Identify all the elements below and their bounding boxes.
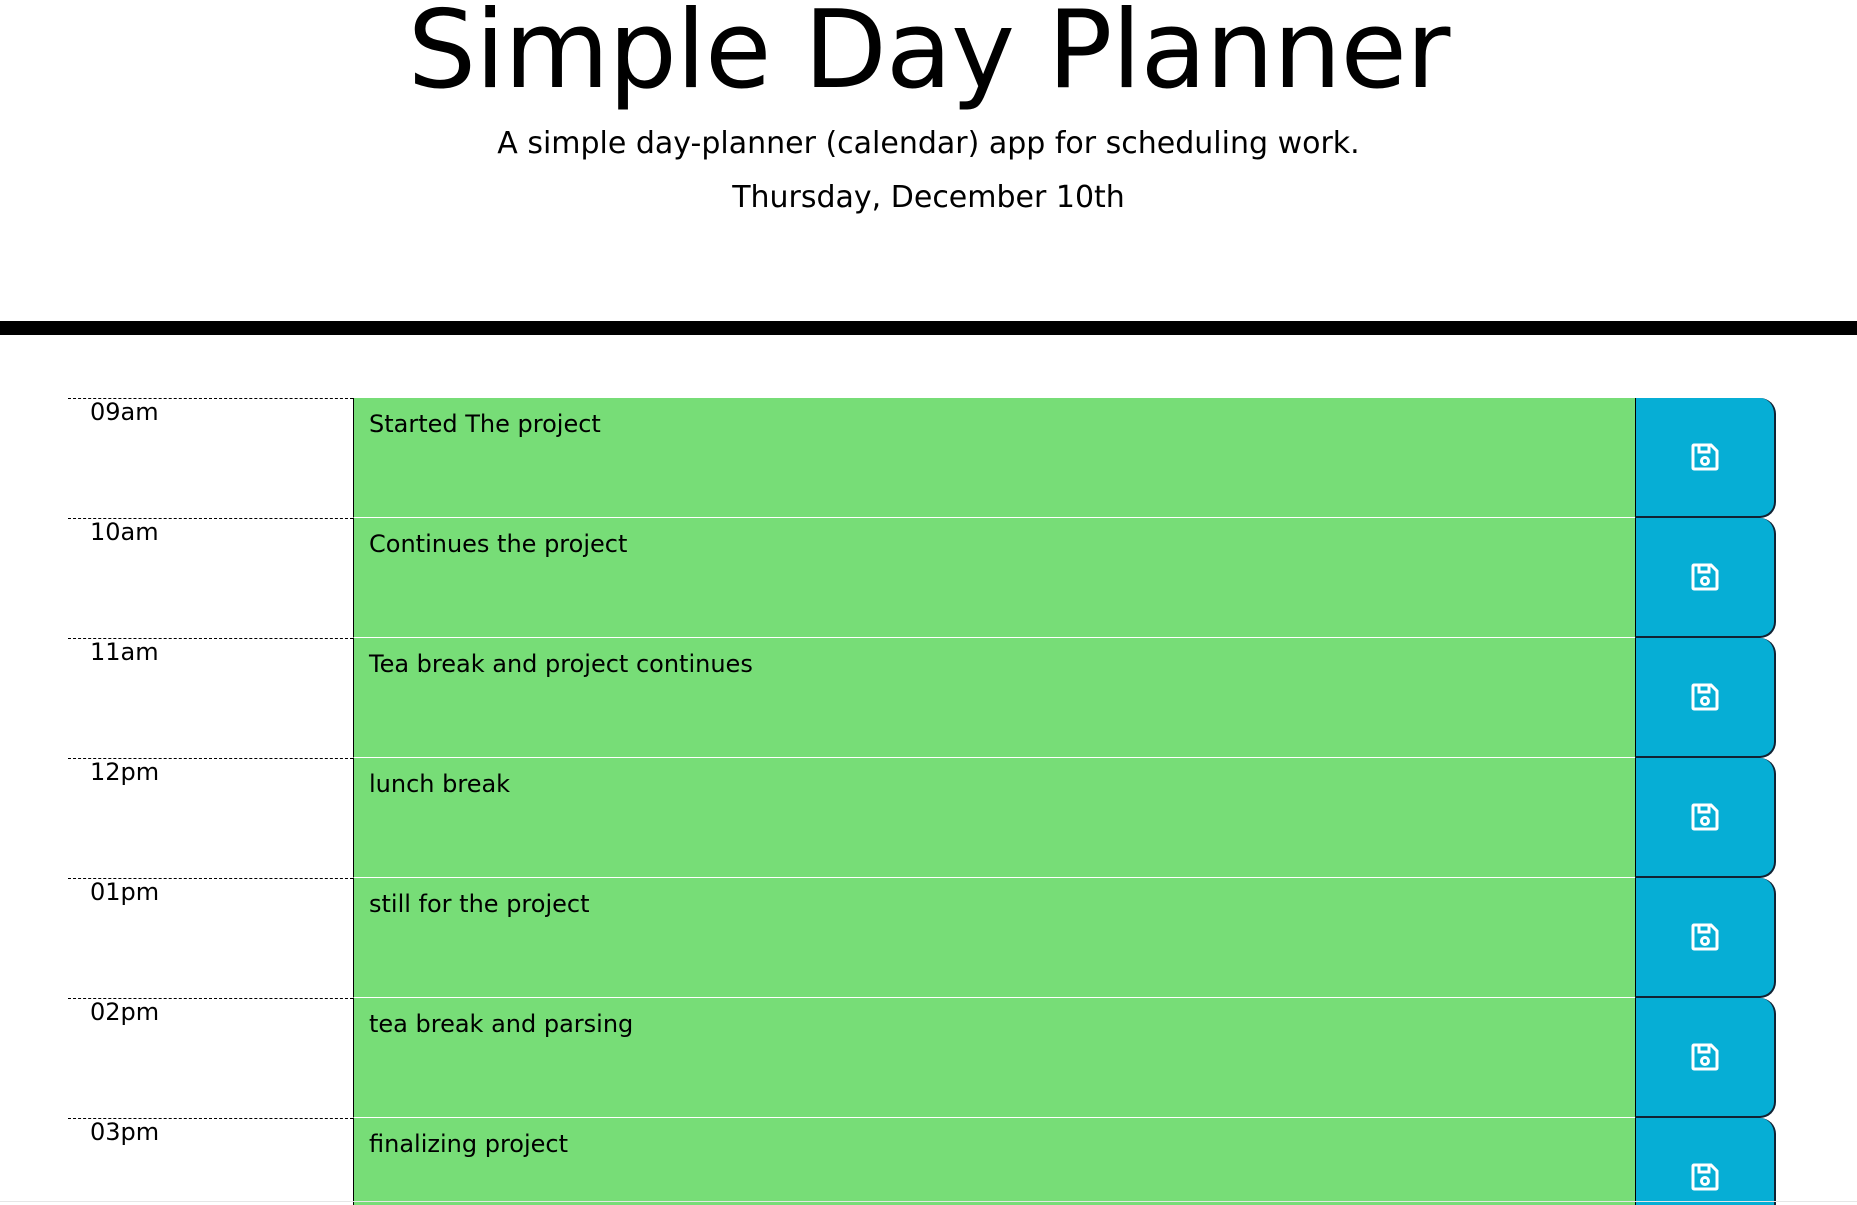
page-bottom-edge (0, 1201, 1857, 1202)
save-button[interactable] (1635, 998, 1776, 1118)
page-title: Simple Day Planner (407, 0, 1451, 113)
event-description-textarea[interactable]: Continues the project (353, 518, 1635, 638)
hour-label: 09am (68, 398, 353, 518)
hour-label: 11am (68, 638, 353, 758)
hour-label: 12pm (68, 758, 353, 878)
hour-label: 10am (68, 518, 353, 638)
event-description-textarea[interactable]: Tea break and project continues (353, 638, 1635, 758)
floppy-disk-icon (1690, 802, 1720, 832)
event-description-textarea[interactable]: still for the project (353, 878, 1635, 998)
day-planner-page: Simple Day Planner A simple day-planner … (0, 0, 1857, 1205)
save-button[interactable] (1635, 878, 1776, 998)
time-block: 11am Tea break and project continues (68, 638, 1776, 758)
time-block: 10am Continues the project (68, 518, 1776, 638)
time-block: 02pm tea break and parsing (68, 998, 1776, 1118)
event-description-textarea[interactable]: lunch break (353, 758, 1635, 878)
time-block: 09am Started The project (68, 398, 1776, 518)
save-button[interactable] (1635, 398, 1776, 518)
floppy-disk-icon (1690, 562, 1720, 592)
time-block: 01pm still for the project (68, 878, 1776, 998)
save-button[interactable] (1635, 638, 1776, 758)
floppy-disk-icon (1690, 1162, 1720, 1192)
jumbotron-header: Simple Day Planner A simple day-planner … (0, 0, 1857, 335)
app-description: A simple day-planner (calendar) app for … (497, 126, 1360, 161)
save-button[interactable] (1635, 1118, 1776, 1205)
floppy-disk-icon (1690, 922, 1720, 952)
time-block: 03pm finalizing project (68, 1118, 1776, 1205)
hour-label: 01pm (68, 878, 353, 998)
hour-label: 03pm (68, 1118, 353, 1205)
floppy-disk-icon (1690, 682, 1720, 712)
time-block-list: 09am Started The project 10am Continues … (68, 398, 1776, 1205)
event-description-textarea[interactable]: tea break and parsing (353, 998, 1635, 1118)
current-day: Thursday, December 10th (732, 180, 1125, 215)
hour-label: 02pm (68, 998, 353, 1118)
floppy-disk-icon (1690, 1042, 1720, 1072)
save-button[interactable] (1635, 758, 1776, 878)
time-block: 12pm lunch break (68, 758, 1776, 878)
event-description-textarea[interactable]: Started The project (353, 398, 1635, 518)
save-button[interactable] (1635, 518, 1776, 638)
floppy-disk-icon (1690, 442, 1720, 472)
event-description-textarea[interactable]: finalizing project (353, 1118, 1635, 1205)
